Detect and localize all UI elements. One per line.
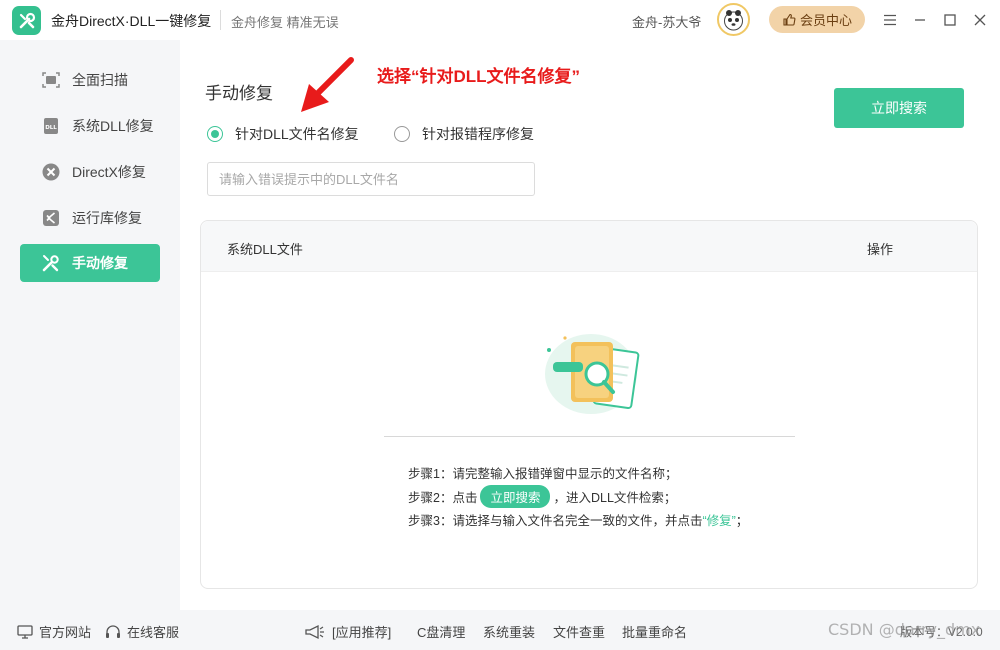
radio-dot: [394, 126, 410, 142]
footer-link-batch-rename[interactable]: 批量重命名: [622, 622, 687, 641]
column-header-operation: 操作: [867, 242, 894, 257]
svg-text:DLL: DLL: [45, 125, 57, 131]
search-now-button[interactable]: 立即搜索: [834, 88, 964, 128]
official-website-label: 官方网站: [39, 625, 92, 640]
radio-dot: [207, 126, 223, 142]
column-header-dll-file: 系统DLL文件: [227, 242, 303, 257]
app-subtitle: 金舟修复 精准无误: [231, 15, 339, 30]
divider: [384, 436, 795, 437]
step-3-prefix: 步骤3：请选择与输入文件名完全一致的文件，并点击: [408, 514, 703, 528]
step-2: 步骤2：点击 立即搜索 ，进入DLL文件检索；: [408, 485, 676, 508]
radio-label: 针对DLL文件名修复: [235, 126, 359, 142]
close-icon[interactable]: [970, 10, 990, 30]
scan-icon: [40, 69, 62, 91]
sidebar-item-system-dll[interactable]: DLL 系统DLL修复: [20, 107, 160, 145]
runtime-icon: [40, 207, 62, 229]
sidebar-item-full-scan[interactable]: 全面扫描: [20, 61, 160, 99]
sidebar-item-label: 运行库修复: [72, 210, 142, 226]
watermark: CSDN @darry_dmx: [828, 620, 981, 639]
step-2-prefix: 步骤2：点击: [408, 491, 478, 505]
annotation-arrow-icon: [301, 57, 354, 112]
title-divider: [220, 10, 221, 30]
step-3-repair-link[interactable]: “修复”: [702, 510, 735, 529]
sidebar-item-runtime[interactable]: 运行库修复: [20, 199, 160, 237]
step-2-suffix: ，进入DLL文件检索；: [553, 491, 677, 505]
footer-link-system-reinstall[interactable]: 系统重装: [483, 622, 535, 641]
app-title: 金舟DirectX·DLL一键修复: [51, 13, 212, 29]
sidebar-item-manual-repair[interactable]: 手动修复: [20, 244, 160, 282]
megaphone-icon: [305, 624, 324, 639]
sidebar-item-label: 系统DLL修复: [72, 118, 154, 134]
radio-by-error-program[interactable]: 针对报错程序修复: [394, 124, 534, 144]
step-2-search-button[interactable]: 立即搜索: [480, 485, 551, 508]
annotation-text: 选择“针对DLL文件名修复”: [377, 67, 581, 86]
dll-icon: DLL: [40, 115, 62, 137]
radio-by-dll-name[interactable]: 针对DLL文件名修复: [207, 124, 359, 144]
tools-icon: [40, 252, 62, 274]
menu-icon[interactable]: [880, 10, 900, 30]
step-3: 步骤3：请选择与输入文件名完全一致的文件，并点击 “修复” ；: [408, 510, 748, 529]
sidebar-item-directx[interactable]: DirectX修复: [20, 153, 160, 191]
title-bar: 金舟DirectX·DLL一键修复 金舟修复 精准无误 金舟-苏大爷 会员中心: [0, 0, 1000, 40]
dll-results-table: 系统DLL文件 操作 步骤1：请完整输入报错弹窗中显示的文件名称； 步骤2：点击…: [200, 220, 978, 589]
vip-label: 会员中心: [799, 13, 852, 28]
thumb-up-icon: [783, 13, 796, 26]
vip-center-button[interactable]: 会员中心: [769, 6, 865, 33]
monitor-icon: [17, 624, 33, 639]
avatar[interactable]: [717, 3, 750, 36]
footer-link-c-drive-clean[interactable]: C盘清理: [417, 622, 465, 641]
minimize-icon[interactable]: [910, 10, 930, 30]
sidebar-item-label: 手动修复: [72, 255, 128, 271]
sidebar: 全面扫描 DLL 系统DLL修复 DirectX修复 运行库修复 手动修复: [0, 40, 180, 610]
page-title: 手动修复: [205, 84, 273, 103]
footer-link-file-dedup[interactable]: 文件查重: [553, 622, 605, 641]
username[interactable]: 金舟-苏大爷: [632, 12, 701, 31]
step-1-text: 步骤1：请完整输入报错弹窗中显示的文件名称；: [408, 467, 678, 481]
maximize-icon[interactable]: [940, 10, 960, 30]
dll-filename-input[interactable]: [207, 162, 535, 196]
step-3-suffix: ；: [735, 514, 749, 528]
step-1: 步骤1：请完整输入报错弹窗中显示的文件名称；: [408, 463, 677, 482]
table-header: 系统DLL文件 操作: [201, 221, 977, 272]
sidebar-item-label: DirectX修复: [72, 164, 146, 180]
empty-state-illustration-icon: [545, 334, 640, 414]
app-recommend-label: [应用推荐]: [332, 625, 392, 640]
official-website-link[interactable]: 官方网站: [17, 622, 91, 641]
app-logo-icon: [12, 6, 41, 35]
sidebar-item-label: 全面扫描: [72, 72, 128, 88]
app-recommend[interactable]: [应用推荐]: [304, 622, 391, 641]
directx-icon: [40, 161, 62, 183]
radio-label: 针对报错程序修复: [422, 126, 534, 142]
online-support-link[interactable]: 在线客服: [105, 622, 179, 641]
online-support-label: 在线客服: [127, 625, 180, 640]
headset-icon: [106, 625, 120, 638]
